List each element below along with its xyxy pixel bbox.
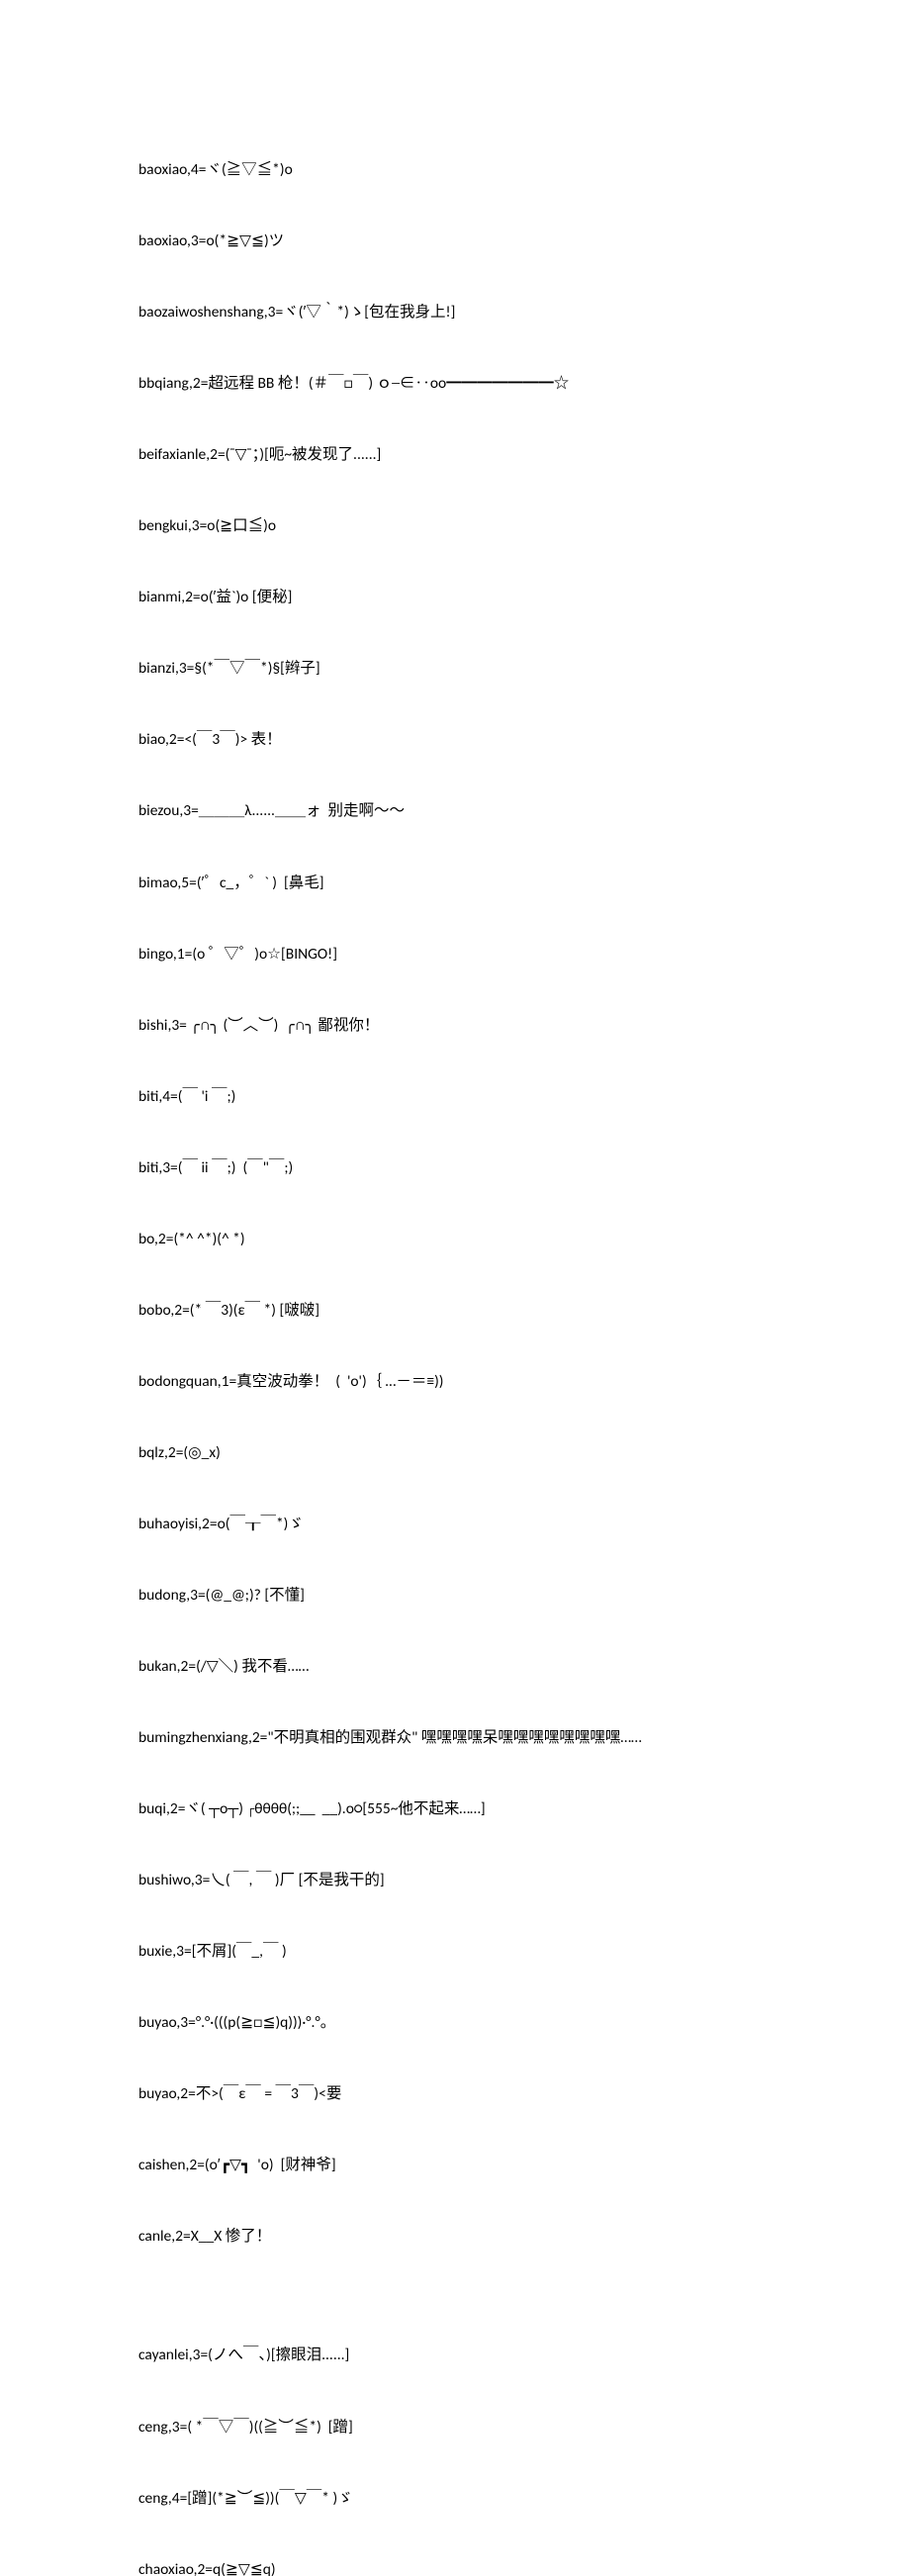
text-line: bukan,2=(/▽＼) 我不看…… bbox=[138, 1655, 772, 1679]
text-line: baoxiao,3=o(*≧▽≦)ツ bbox=[138, 230, 772, 253]
document-page: baoxiao,4=ヾ(≧▽≦*)o baoxiao,3=o(*≧▽≦)ツ ba… bbox=[0, 0, 910, 2576]
text-line: bobo,2=(* ￣3)(ε￣ *) [啵啵] bbox=[138, 1299, 772, 1323]
text-line: biti,4=(￣ 'i ￣;) bbox=[138, 1085, 772, 1109]
text-line: buhaoyisi,2=o(￣┰￣*)ゞ bbox=[138, 1513, 772, 1536]
text-line: buyao,3=°.°·(((p(≧□≦)q)))·°.°。 bbox=[138, 2011, 772, 2035]
text-line: bodongquan,1=真空波动拳！ ( 'o')｛ …－＝≡)) bbox=[138, 1370, 772, 1394]
text-line: canle,2=X__X 惨了！ bbox=[138, 2225, 772, 2249]
text-line: chaoxiao,2=q(≧▽≦q) bbox=[138, 2558, 772, 2576]
text-line: bqlz,2=(◎_x) bbox=[138, 1441, 772, 1465]
text-line: bengkui,3=o(≧口≦)o bbox=[138, 514, 772, 538]
text-line: bushiwo,3=乀( ￣, ￣ )厂 [不是我干的] bbox=[138, 1869, 772, 1892]
text-line: ceng,3=( *￣▽￣)((≧︶≦*) [蹭] bbox=[138, 2416, 772, 2439]
text-line: baozaiwoshenshang,3=ヾ(′▽｀*)ゝ[包在我身上!] bbox=[138, 301, 772, 324]
text-line: bbqiang,2=超远程 BB 枪！(＃￣□￣) ｏ─∈‥oo━━━━━━━☆ bbox=[138, 372, 772, 396]
text-line: bianzi,3=§(*￣▽￣*)§[辫子] bbox=[138, 657, 772, 681]
text-line: bo,2=(*^ ^*)(^ *) bbox=[138, 1228, 772, 1251]
text-line: biti,3=(￣ ii ￣;) (￣"￣;) bbox=[138, 1156, 772, 1180]
text-line: buyao,2=不>(￣ε￣ = ￣3￣)<要 bbox=[138, 2082, 772, 2106]
text-line: biezou,3=＿＿＿λ......＿＿ォ 别走啊～～ bbox=[138, 799, 772, 823]
text-line: cayanlei,3=(ノへ￣、)[擦眼泪......] bbox=[138, 2344, 772, 2367]
text-line: buqi,2=ヾ( ┬o┬) ┌θθθθ(;;__ __).o○[555~他不起… bbox=[138, 1797, 772, 1821]
text-line: bumingzhenxiang,2="不明真相的围观群众" 嘿嘿嘿嘿呆嘿嘿嘿嘿嘿… bbox=[138, 1726, 772, 1750]
text-line: bimao,5=(′゜c_，゜` ) [鼻毛] bbox=[138, 872, 772, 895]
text-line: buxie,3=[不屑](￣_,￣ ) bbox=[138, 1940, 772, 1964]
text-line: biao,2=<(￣3￣)> 表！ bbox=[138, 728, 772, 752]
text-line: beifaxianle,2=(ˉ▽ˉ；)[呃~被发现了......] bbox=[138, 443, 772, 467]
text-line: bishi,3= ╭∩╮ (︶︿︶) ╭∩╮ 鄙视你！ bbox=[138, 1014, 772, 1038]
text-line: bingo,1=(o ゜▽゜)o☆[BINGO!] bbox=[138, 943, 772, 966]
text-line: caishen,2=(o′┏▽┓ 'o) [财神爷] bbox=[138, 2154, 772, 2177]
text-line: budong,3=(@_@;)? [不懂] bbox=[138, 1584, 772, 1608]
text-line: baoxiao,4=ヾ(≧▽≦*)o bbox=[138, 158, 772, 182]
text-line: bianmi,2=o(′益`)o [便秘] bbox=[138, 586, 772, 609]
text-line: ceng,4=[蹭](*≧︶≦))(￣▽￣* )ゞ bbox=[138, 2487, 772, 2511]
